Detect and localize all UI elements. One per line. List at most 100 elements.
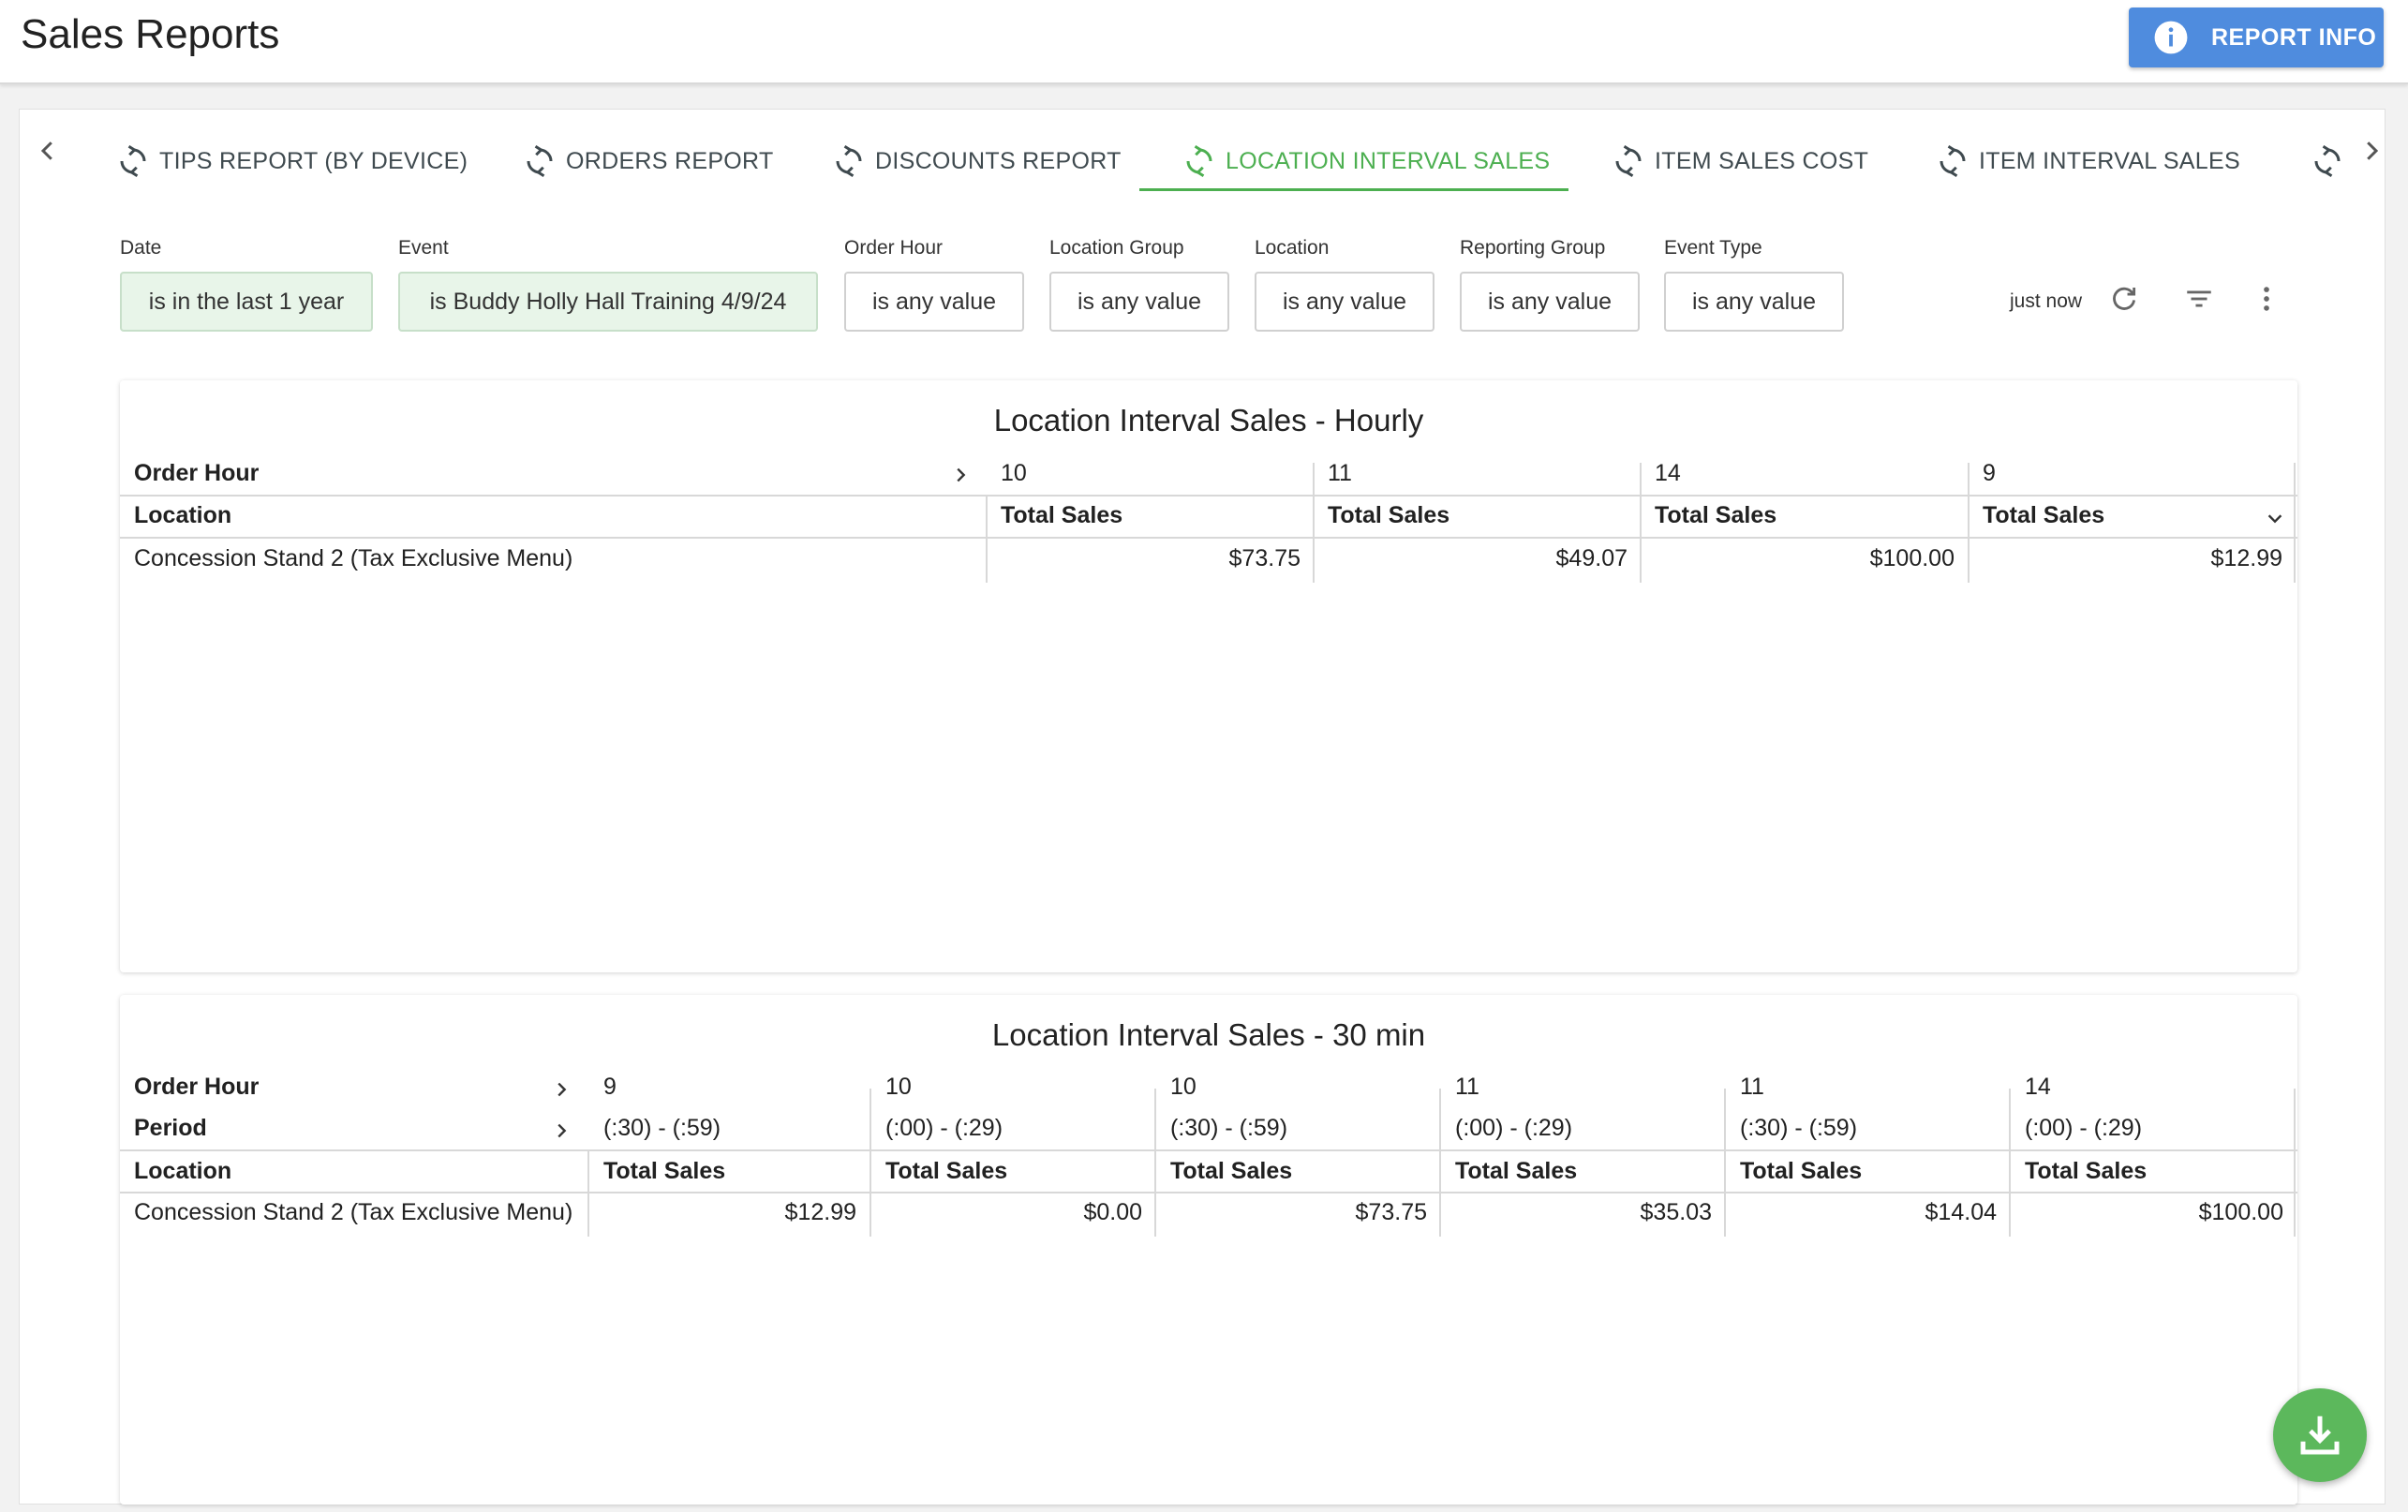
- filter-location[interactable]: is any value: [1255, 272, 1434, 332]
- chevron-right-icon[interactable]: [950, 465, 971, 485]
- tab-label: LOCATION INTERVAL SALES: [1226, 147, 1551, 174]
- column-header: Total Sales: [603, 1158, 726, 1184]
- divider: [870, 1089, 871, 1237]
- tab-item-interval-sales[interactable]: ITEM INTERVAL SALES: [1936, 131, 2240, 191]
- column-header: Total Sales: [1983, 502, 2105, 528]
- divider: [120, 537, 2297, 539]
- refresh-icon: [1940, 144, 1966, 178]
- column-header: Total Sales: [1455, 1158, 1578, 1184]
- column-hour: 10: [1001, 460, 1027, 486]
- column-period: (:00) - (:29): [885, 1115, 1003, 1141]
- column-header: Total Sales: [1328, 502, 1450, 528]
- column-hour: 11: [1455, 1074, 1479, 1100]
- pivot-label: Order Hour: [134, 1074, 260, 1100]
- half-hour-panel: Location Interval Sales - 30 min Order H…: [120, 995, 2297, 1505]
- column-period: (:30) - (:59): [1740, 1115, 1858, 1141]
- divider: [120, 1192, 2297, 1193]
- tab-tips-report[interactable]: TIPS REPORT (BY DEVICE): [116, 131, 468, 191]
- download-button[interactable]: [2273, 1388, 2367, 1482]
- tab-discounts-report[interactable]: DISCOUNTS REPORT: [832, 131, 1122, 191]
- tab-next-partial[interactable]: [2311, 131, 2354, 191]
- divider: [120, 1149, 2297, 1151]
- value-cell: $14.04: [1925, 1199, 1997, 1225]
- location-cell: Concession Stand 2 (Tax Exclusive Menu): [134, 1199, 573, 1225]
- refresh-icon: [1186, 144, 1212, 178]
- tab-item-sales-cost[interactable]: ITEM SALES COST: [1612, 131, 1868, 191]
- location-cell: Concession Stand 2 (Tax Exclusive Menu): [134, 545, 573, 571]
- divider: [1724, 1089, 1726, 1237]
- tab-label: ORDERS REPORT: [566, 147, 774, 174]
- divider: [986, 495, 988, 583]
- value-cell: $73.75: [1228, 545, 1301, 571]
- column-header: Total Sales: [1740, 1158, 1863, 1184]
- value-cell: $35.03: [1640, 1199, 1712, 1225]
- filter-label-location: Location: [1255, 237, 1330, 259]
- value-cell: $12.99: [784, 1199, 856, 1225]
- column-hour: 14: [2025, 1074, 2051, 1100]
- column-hour: 14: [1655, 460, 1681, 486]
- value-cell: $100.00: [2198, 1199, 2283, 1225]
- refresh-icon[interactable]: [2108, 283, 2140, 315]
- filter-label-event-type: Event Type: [1664, 237, 1762, 259]
- refresh-icon: [1615, 144, 1642, 178]
- value-cell: $100.00: [1869, 545, 1955, 571]
- top-bar: Sales Reports REPORT INFO: [0, 0, 2408, 84]
- value-cell: $12.99: [2210, 545, 2282, 571]
- divider: [2009, 1089, 2011, 1237]
- tab-location-interval-sales[interactable]: LOCATION INTERVAL SALES: [1182, 131, 1550, 191]
- filter-date[interactable]: is in the last 1 year: [120, 272, 373, 332]
- column-header: Total Sales: [1170, 1158, 1293, 1184]
- divider: [120, 495, 2297, 497]
- row-header-label: Location: [134, 502, 232, 528]
- last-updated-text: just now: [2010, 290, 2083, 312]
- pivot-label: Order Hour: [134, 460, 260, 486]
- column-header: Total Sales: [1001, 502, 1123, 528]
- column-hour: 10: [885, 1074, 912, 1100]
- tab-label: DISCOUNTS REPORT: [875, 147, 1122, 174]
- divider: [2294, 463, 2296, 583]
- column-hour: 11: [1740, 1074, 1764, 1100]
- period-label: Period: [134, 1115, 207, 1141]
- divider: [1439, 1089, 1441, 1237]
- divider: [587, 1149, 589, 1237]
- chevron-right-icon[interactable]: [2357, 137, 2386, 165]
- active-tab-indicator: [1139, 188, 1568, 191]
- report-info-button[interactable]: REPORT INFO: [2129, 7, 2384, 67]
- chevron-right-icon[interactable]: [551, 1120, 572, 1141]
- filter-order-hour[interactable]: is any value: [844, 272, 1024, 332]
- download-icon: [2300, 1416, 2340, 1455]
- filter-event[interactable]: is Buddy Holly Hall Training 4/9/24: [398, 272, 818, 332]
- tab-label: TIPS REPORT (BY DEVICE): [159, 147, 468, 174]
- hourly-panel: Location Interval Sales - Hourly Order H…: [120, 380, 2297, 972]
- chevron-left-icon[interactable]: [34, 137, 62, 165]
- column-period: (:30) - (:59): [1170, 1115, 1288, 1141]
- filter-label-date: Date: [120, 237, 162, 259]
- divider: [1154, 1089, 1156, 1237]
- info-icon: [2154, 21, 2188, 54]
- divider: [2294, 1089, 2296, 1237]
- filter-icon[interactable]: [2183, 283, 2215, 315]
- chevron-down-icon[interactable]: [2265, 508, 2285, 528]
- row-header-label: Location: [134, 1158, 232, 1184]
- filter-location-group[interactable]: is any value: [1049, 272, 1229, 332]
- filter-event-type[interactable]: is any value: [1664, 272, 1844, 332]
- chevron-right-icon[interactable]: [551, 1079, 572, 1100]
- divider: [1968, 463, 1970, 583]
- filter-label-order-hour: Order Hour: [844, 237, 944, 259]
- column-period: (:00) - (:29): [1455, 1115, 1573, 1141]
- value-cell: $0.00: [1083, 1199, 1142, 1225]
- tab-label: ITEM INTERVAL SALES: [1979, 147, 2240, 174]
- filter-reporting-group[interactable]: is any value: [1460, 272, 1640, 332]
- filter-label-location-group: Location Group: [1049, 237, 1184, 259]
- column-header: Total Sales: [885, 1158, 1008, 1184]
- report-info-label: REPORT INFO: [2211, 23, 2377, 51]
- tab-orders-report[interactable]: ORDERS REPORT: [523, 131, 774, 191]
- page-title: Sales Reports: [21, 11, 280, 57]
- column-header: Total Sales: [2025, 1158, 2148, 1184]
- column-hour: 9: [1983, 460, 1996, 486]
- panel-title: Location Interval Sales - 30 min: [991, 1017, 1426, 1052]
- refresh-icon: [2314, 144, 2341, 178]
- refresh-icon: [527, 144, 553, 178]
- value-cell: $49.07: [1555, 545, 1628, 571]
- more-vert-icon[interactable]: [2251, 283, 2282, 315]
